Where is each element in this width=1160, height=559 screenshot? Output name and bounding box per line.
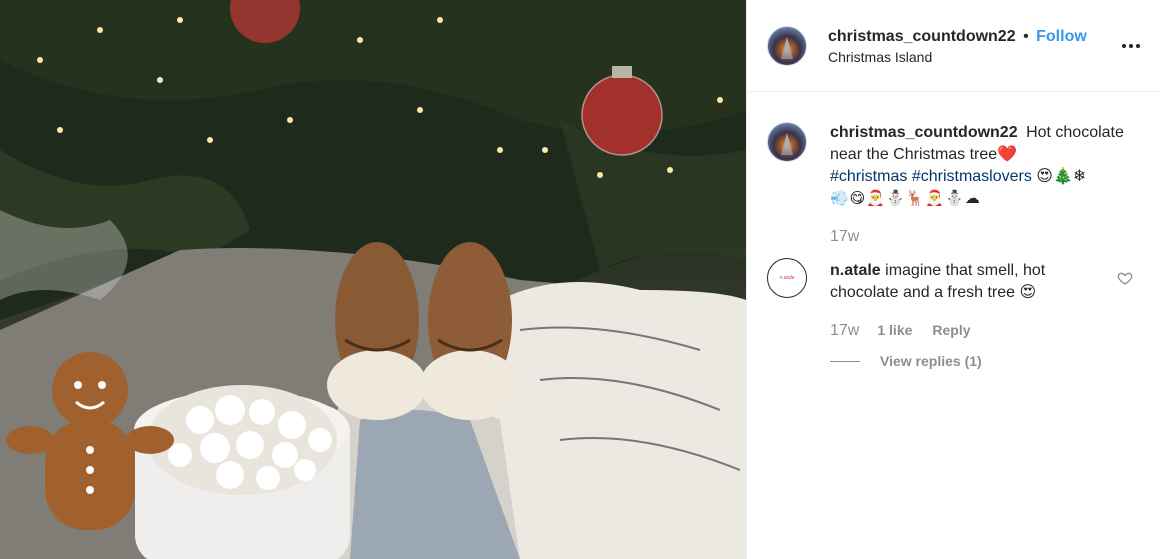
red-heart-emoji: ❤️ (997, 146, 1018, 163)
comment-meta: 17w 1 like Reply (830, 322, 971, 340)
view-replies-label: View replies (1) (880, 353, 982, 369)
post-photo[interactable] (0, 0, 746, 559)
caption-username[interactable]: christmas_countdown22 (830, 124, 1018, 141)
caption-emoji-tail: 😍🎄❄ (1036, 168, 1087, 185)
post-detail-panel: christmas_countdown22 • Follow Christmas… (746, 0, 1160, 559)
comment-text: n.atale imagine that smell, hot chocolat… (830, 260, 1090, 304)
author-line: christmas_countdown22 • Follow (828, 28, 1087, 46)
commenter-avatar-text: n.atale (779, 275, 795, 281)
heart-outline-icon[interactable] (1117, 270, 1133, 286)
post-location[interactable]: Christmas Island (828, 49, 932, 65)
post-header: christmas_countdown22 • Follow Christmas… (747, 0, 1160, 92)
author-avatar[interactable] (767, 26, 807, 66)
comment-timestamp[interactable]: 17w (830, 322, 859, 340)
separator-dot: • (1023, 28, 1029, 45)
replies-divider (830, 360, 860, 362)
photo-illustration (0, 0, 746, 559)
commenter-username[interactable]: n.atale (830, 262, 881, 279)
comment-emoji: 😍 (1019, 284, 1037, 301)
caption-avatar[interactable] (767, 122, 807, 162)
view-replies-button[interactable]: View replies (1) (830, 353, 982, 369)
hashtag-christmas[interactable]: #christmas (830, 168, 907, 185)
caption-timestamp[interactable]: 17w (830, 228, 859, 246)
more-horizontal-icon[interactable] (1121, 36, 1141, 56)
reply-button[interactable]: Reply (932, 322, 970, 338)
comment-likes[interactable]: 1 like (877, 322, 912, 338)
follow-button[interactable]: Follow (1036, 28, 1087, 45)
caption-text: christmas_countdown22 Hot chocolate near… (830, 122, 1130, 210)
commenter-avatar[interactable]: n.atale (767, 258, 807, 298)
author-username[interactable]: christmas_countdown22 (828, 28, 1016, 45)
hashtag-christmaslovers[interactable]: #christmaslovers (912, 168, 1032, 185)
caption-emoji-line: 💨😋🎅⛄🦌🎅⛄☁ (830, 190, 981, 207)
